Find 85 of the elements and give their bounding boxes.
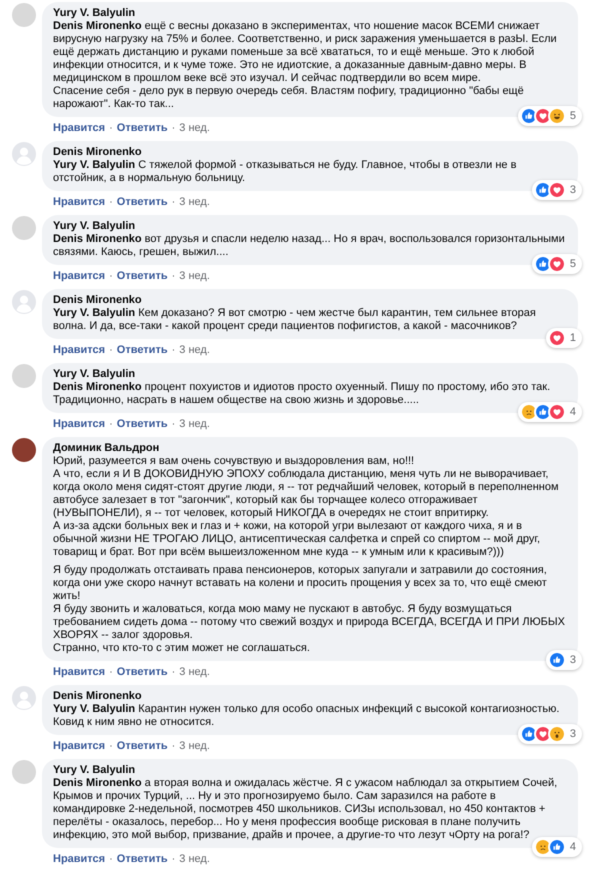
action-link[interactable]: Ответить [116, 344, 168, 357]
author-name[interactable]: Denis Mironenko [53, 690, 567, 703]
heart-icon [548, 181, 566, 199]
separator-dot: · [172, 853, 176, 866]
reaction-count: 5 [570, 108, 577, 124]
comment-text: Юрий, разумеется я вам очень сочувствую и выздоровления вам, но!!! [53, 455, 416, 468]
comment-text: Yury V. Balyulin С тяжелой формой - отказываться не буду. Главное, чтобы в отвезли не в отстойник, а в нормальную больницу. [53, 159, 518, 185]
author-name[interactable]: Доминик Вальдрон [53, 442, 567, 455]
timestamp[interactable]: 3 нед. [179, 666, 210, 679]
action-link[interactable]: Ответить [116, 666, 168, 679]
heart-icon [548, 403, 566, 421]
separator-dot: · [109, 853, 113, 866]
reaction-summary[interactable]: 1 [546, 328, 582, 348]
timestamp[interactable]: 3 нед. [179, 196, 210, 209]
action-link[interactable]: Ответить [116, 122, 168, 135]
action-link[interactable]: Ответить [116, 853, 168, 866]
action-link[interactable]: Ответить [116, 196, 168, 209]
separator-dot: · [109, 122, 113, 135]
separator-dot: · [172, 666, 176, 679]
action-link[interactable]: Нравится [53, 666, 106, 679]
laughing-face-icon [548, 107, 566, 125]
action-link[interactable]: Нравится [53, 196, 106, 209]
comment-text: Denis Mironenko ещё с весны доказано в экспериментах, что ношение масок ВСЕМИ снижает вирусную нагрузку на 75% и более. Соответственно, и риск заражения уменьшается в разЫ. Если ещё держать дистанцию и руками поменьше за всё хвататься, то и ещё меньше. Это к любой инфекции относится, и к чуме тоже. Это не идиотские, а доказанные давным-давно меры. В медицинском в прошлом веке всё это изучал. И сейчас подтвердили во всем мире. [53, 20, 558, 85]
separator-dot: · [172, 740, 176, 753]
reaction-summary[interactable]: 3 [532, 180, 582, 200]
separator-dot: · [109, 344, 113, 357]
comment-text: Yury V. Balyulin Кем доказано? Я вот смотрю - чем жестче был карантин, тем сильнее вторая волна. И да, все-таки - какой процент среди пациентов пофигистов, а какой - масочников? [53, 307, 537, 333]
reaction-summary[interactable]: 3 [546, 650, 582, 670]
separator-dot: · [172, 196, 176, 209]
reaction-summary[interactable]: 4 [532, 837, 582, 857]
author-name[interactable]: Yury V. Balyulin [53, 764, 567, 777]
profile-photo[interactable] [12, 438, 36, 462]
reaction-count: 3 [570, 182, 577, 198]
action-link[interactable]: Нравится [53, 122, 106, 135]
reaction-summary[interactable]: 5 [518, 106, 582, 126]
author-name[interactable]: Denis Mironenko [53, 294, 567, 307]
thumbs-up-icon [548, 651, 566, 669]
author-name[interactable]: Yury V. Balyulin [53, 368, 567, 381]
separator-dot: · [109, 270, 113, 283]
timestamp[interactable]: 3 нед. [179, 122, 210, 135]
action-link[interactable]: Ответить [116, 270, 168, 283]
heart-icon [548, 255, 566, 273]
reaction-summary[interactable]: 5 [532, 254, 582, 274]
author-name[interactable]: Yury V. Balyulin [53, 220, 567, 233]
reaction-count: 5 [570, 256, 577, 272]
separator-dot: · [172, 270, 176, 283]
reaction-summary[interactable]: 4 [518, 402, 582, 422]
comment-text: А из-за адски больных век и глаз и + кожи, на которой угри вылезают от каждого чиха, я и в обычной жизни НЕ ТРОГАЮ ЛИЦО, антисептическая салфетка и спрей со спиртом -- мой друг, товарищ и брат. Вот при всём вышеизложенном мне куда -- к умным или к красивым?))) [53, 520, 542, 559]
action-link[interactable]: Ответить [116, 418, 168, 431]
default-avatar[interactable] [12, 686, 36, 710]
separator-dot: · [109, 196, 113, 209]
comment-text: Странно, что кто-то с этим может не соглашаться. [53, 642, 311, 655]
action-link[interactable]: Нравится [53, 418, 106, 431]
separator-dot: · [109, 418, 113, 431]
action-link[interactable]: Нравится [53, 740, 106, 753]
reaction-count: 3 [570, 652, 577, 668]
action-link[interactable]: Нравится [53, 270, 106, 283]
timestamp[interactable]: 3 нед. [179, 740, 210, 753]
timestamp[interactable]: 3 нед. [179, 270, 210, 283]
action-link[interactable]: Нравится [53, 344, 106, 357]
separator-dot: · [109, 740, 113, 753]
reaction-count: 4 [570, 840, 577, 855]
timestamp[interactable]: 3 нед. [179, 418, 210, 431]
heart-icon [548, 329, 566, 347]
reaction-count: 4 [570, 404, 577, 420]
timestamp[interactable]: 3 нед. [179, 344, 210, 357]
reaction-count: 1 [570, 330, 577, 346]
action-link[interactable]: Ответить [116, 740, 168, 753]
default-avatar[interactable] [12, 142, 36, 166]
action-link[interactable]: Нравится [53, 853, 106, 866]
author-name[interactable]: Yury V. Balyulin [53, 7, 567, 20]
separator-dot: · [109, 666, 113, 679]
reaction-summary[interactable]: 3 [518, 724, 582, 744]
separator-dot: · [172, 344, 176, 357]
author-name[interactable]: Denis Mironenko [53, 146, 567, 159]
comment-text: Я буду звонить и жаловаться, когда мою маму не пускают в автобус. Я буду возмущаться требованием сидеть дома -- потому что свежий воздух и природа ВСЕГДА, ВСЕГДА И ПРИ ЛЮБЫХ ХВОРЯХ -- залог здоровья. [53, 603, 566, 642]
timestamp[interactable]: 3 нед. [179, 853, 210, 866]
comment-text: А что, если я И В ДОКОВИДНУЮ ЭПОХУ соблюдала дистанцию, меня чуть ли не выворачивает, когда около меня сидят-стоят другие люди, я -- тот редчайший человек, который в переполненном автобусе залезает в тот "загончик", который как бы торчащее колесо отгораживает (НУВЫПОНЕЛИ), я -- тот человек, который НИКОГДА в очередях не стоит впритирку. [53, 468, 560, 520]
comment-text: Я буду продолжать отстаивать права пенсионеров, которых запугали и затравили до состояния, когда они уже скоро начнут вставать на колени и просить прощения у всех за то, что ещё смеют жить! [53, 564, 548, 603]
thumbs-up-icon [548, 838, 566, 856]
default-avatar[interactable] [12, 290, 36, 314]
separator-dot: · [172, 122, 176, 135]
surprised-face-icon [548, 725, 566, 743]
separator-dot: · [172, 418, 176, 431]
reaction-count: 3 [570, 726, 577, 742]
